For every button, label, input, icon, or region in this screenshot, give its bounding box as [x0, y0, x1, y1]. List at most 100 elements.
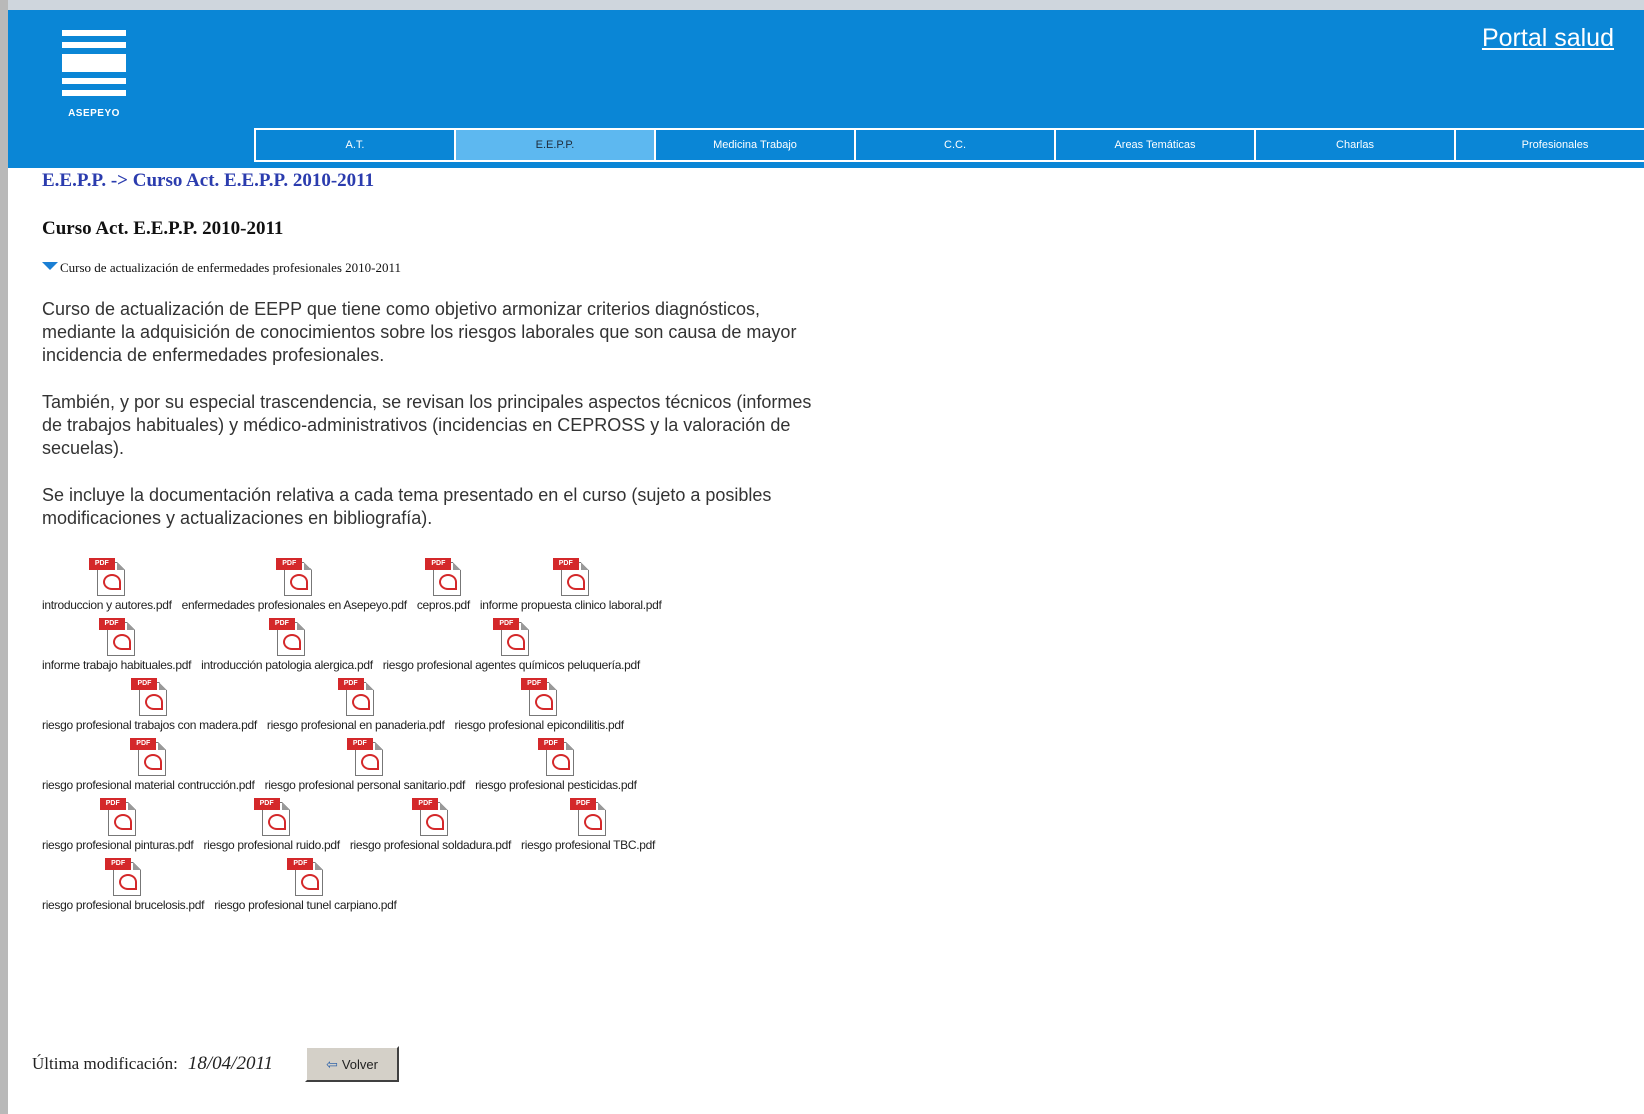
pdf-file-link[interactable]: PDF cepros.pdf — [417, 558, 470, 612]
pdf-icon: PDF — [551, 558, 591, 596]
pdf-file-label: riesgo profesional en panaderia.pdf — [266, 718, 445, 732]
pdf-file-label: riesgo profesional material contrucción.… — [42, 778, 255, 792]
portal-salud-link[interactable]: Portal salud — [1482, 24, 1614, 53]
file-row: PDF introduccion y autores.pdf PDF enfermed… — [42, 552, 822, 612]
file-row: PDF riesgo profesional brucelosis.pdf PDF r… — [42, 852, 822, 912]
pdf-file-link[interactable]: PDF riesgo profesional pesticidas.pdf — [475, 738, 637, 792]
pdf-file-link[interactable]: PDF riesgo profesional personal sanitario… — [264, 738, 466, 792]
pdf-file-label: riesgo profesional pinturas.pdf — [42, 838, 194, 852]
pdf-icon: PDF — [129, 678, 169, 716]
last-modified-label: Última modificación: — [32, 1054, 178, 1073]
pdf-tag: PDF — [276, 558, 303, 570]
pdf-tag: PDF — [521, 678, 548, 690]
pdf-icon: PDF — [274, 558, 314, 596]
pdf-icon: PDF — [568, 798, 608, 836]
last-modified-date: 18/04/2011 — [187, 1053, 274, 1074]
file-row: PDF riesgo profesional trabajos con mader… — [42, 672, 822, 732]
logo-text: ASEPEYO — [68, 108, 120, 119]
file-row: PDF riesgo profesional pinturas.pdf PDF rie… — [42, 792, 822, 852]
pdf-file-label: riesgo profesional personal sanitario.pd… — [264, 778, 466, 792]
pdf-icon: PDF — [97, 618, 137, 656]
pdf-file-link[interactable]: PDF informe propuesta clinico laboral.pdf — [480, 558, 662, 612]
pdf-file-link[interactable]: PDF riesgo profesional material contrucci… — [42, 738, 255, 792]
nav-tab[interactable]: Charlas — [1254, 128, 1456, 162]
pdf-file-link[interactable]: PDF riesgo profesional epicondilitis.pdf — [455, 678, 624, 732]
pdf-file-label: riesgo profesional epicondilitis.pdf — [454, 718, 625, 732]
asepeyo-logo[interactable]: ASEPEYO — [54, 30, 134, 126]
pdf-file-link[interactable]: PDF riesgo profesional soldadura.pdf — [350, 798, 511, 852]
pdf-icon: PDF — [103, 858, 143, 896]
description-paragraph: Curso de actualización de EEPP que tiene… — [42, 299, 797, 365]
pdf-tag: PDF — [88, 558, 115, 570]
pdf-file-label: riesgo profesional ruido.pdf — [203, 838, 340, 852]
breadcrumb-parent-link[interactable]: E.E.P.P. — [42, 170, 106, 191]
pdf-tag: PDF — [537, 738, 564, 750]
window-left-border — [0, 0, 8, 1114]
pdf-icon: PDF — [491, 618, 531, 656]
pdf-file-label: enfermedades profesionales en Asepeyo.pd… — [181, 598, 408, 612]
pdf-file-link[interactable]: PDF riesgo profesional trabajos con mader… — [42, 678, 257, 732]
back-button[interactable]: ⇦ Volver — [305, 1046, 400, 1082]
pdf-tag: PDF — [425, 558, 452, 570]
pdf-tag: PDF — [412, 798, 439, 810]
expand-triangle-icon — [42, 262, 58, 270]
breadcrumb: E.E.P.P. -> Curso Act. E.E.P.P. 2010-201… — [42, 170, 842, 192]
file-row: PDF riesgo profesional material contrucci… — [42, 732, 822, 792]
pdf-icon: PDF — [285, 858, 325, 896]
nav-tab[interactable]: C.C. — [854, 128, 1056, 162]
pdf-tag: PDF — [99, 798, 126, 810]
pdf-file-label: riesgo profesional agentes químicos pelu… — [382, 658, 640, 672]
logo-mark — [62, 30, 126, 98]
pdf-file-list: PDF introduccion y autores.pdf PDF enfermed… — [42, 552, 822, 912]
pdf-icon: PDF — [98, 798, 138, 836]
pdf-tag: PDF — [570, 798, 597, 810]
pdf-file-link[interactable]: PDF introduccion y autores.pdf — [42, 558, 172, 612]
nav-tab[interactable]: Medicina Trabajo — [654, 128, 856, 162]
pdf-file-link[interactable]: PDF riesgo profesional brucelosis.pdf — [42, 858, 205, 912]
pdf-tag: PDF — [287, 858, 314, 870]
page-title: Curso Act. E.E.P.P. 2010-2011 — [42, 218, 284, 239]
pdf-file-link[interactable]: PDF introducción patologia alergica.pdf — [201, 618, 373, 672]
breadcrumb-current-link[interactable]: Curso Act. E.E.P.P. 2010-2011 — [133, 170, 374, 191]
pdf-file-link[interactable]: PDF enfermedades profesionales en Asepeyo… — [182, 558, 407, 612]
pdf-icon: PDF — [252, 798, 292, 836]
section-toggle[interactable]: Curso de actualización de enfermedades p… — [42, 260, 842, 276]
pdf-tag: PDF — [105, 858, 132, 870]
main-nav: A.T. E.E.P.P. Medicina Trabajo C.C. Areas Te… — [254, 128, 1644, 162]
pdf-file-link[interactable]: PDF riesgo profesional tunel carpiano.pdf — [214, 858, 397, 912]
pdf-file-link[interactable]: PDF riesgo profesional pinturas.pdf — [42, 798, 194, 852]
pdf-file-label: introducción patologia alergica.pdf — [201, 658, 373, 672]
pdf-file-link[interactable]: PDF riesgo profesional en panaderia.pdf — [267, 678, 445, 732]
nav-tab[interactable]: Profesionales — [1454, 128, 1644, 162]
nav-tab[interactable]: Areas Temáticas — [1054, 128, 1256, 162]
main-content: E.E.P.P. -> Curso Act. E.E.P.P. 2010-201… — [42, 168, 842, 912]
pdf-tag: PDF — [493, 618, 520, 630]
pdf-file-label: cepros.pdf — [416, 598, 470, 612]
pdf-tag: PDF — [253, 798, 280, 810]
description-paragraph: También, y por su especial trascendencia… — [42, 392, 812, 458]
pdf-file-label: riesgo profesional TBC.pdf — [521, 838, 656, 852]
file-row: PDF informe trabajo habituales.pdf PDF intr… — [42, 612, 822, 672]
pdf-file-link[interactable]: PDF riesgo profesional ruido.pdf — [203, 798, 340, 852]
pdf-icon: PDF — [345, 738, 385, 776]
pdf-tag: PDF — [268, 618, 295, 630]
pdf-tag: PDF — [346, 738, 373, 750]
pdf-file-link[interactable]: PDF informe trabajo habituales.pdf — [42, 618, 191, 672]
nav-tab[interactable]: E.E.P.P. — [454, 128, 656, 162]
pdf-icon: PDF — [519, 678, 559, 716]
pdf-icon: PDF — [536, 738, 576, 776]
pdf-file-link[interactable]: PDF riesgo profesional TBC.pdf — [521, 798, 655, 852]
nav-tab[interactable]: A.T. — [254, 128, 456, 162]
page-footer: Última modificación: 18/04/2011 ⇦ Volver — [32, 1046, 400, 1082]
window-top-border — [0, 0, 1644, 10]
pdf-icon: PDF — [128, 738, 168, 776]
pdf-file-link[interactable]: PDF riesgo profesional agentes químicos p… — [383, 618, 640, 672]
pdf-file-label: riesgo profesional soldadura.pdf — [349, 838, 512, 852]
pdf-tag: PDF — [98, 618, 125, 630]
description-paragraph: Se incluye la documentación relativa a c… — [42, 485, 772, 528]
section-title: Curso de actualización de enfermedades p… — [60, 260, 402, 275]
pdf-tag: PDF — [131, 678, 158, 690]
pdf-tag: PDF — [130, 738, 157, 750]
pdf-file-label: riesgo profesional pesticidas.pdf — [475, 778, 637, 792]
pdf-icon: PDF — [87, 558, 127, 596]
